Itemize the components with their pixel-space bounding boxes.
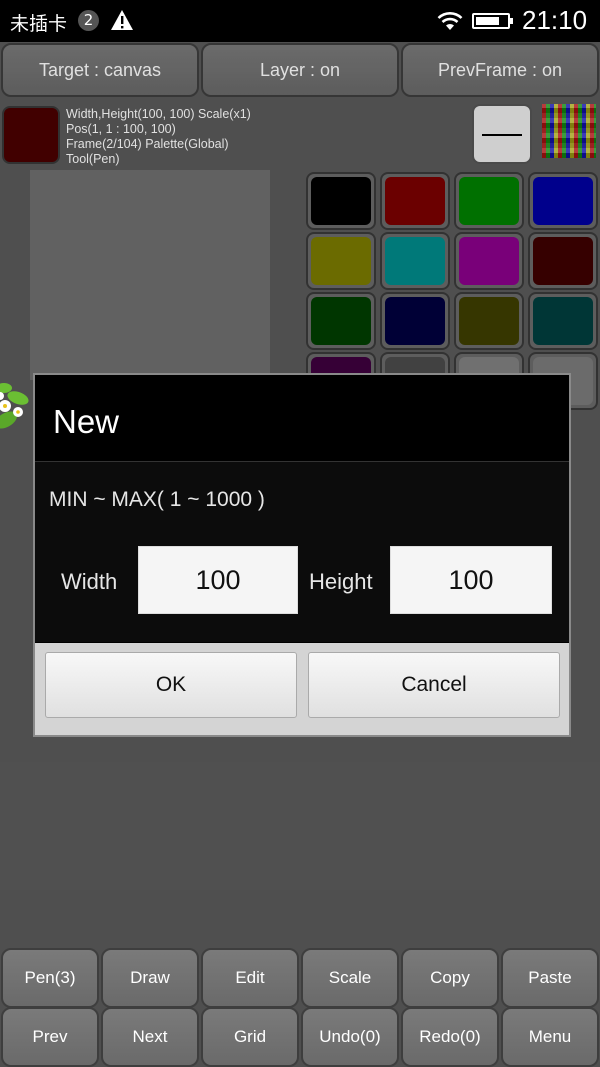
pen-button[interactable]: Pen(3) <box>1 948 99 1008</box>
copy-button[interactable]: Copy <box>401 948 499 1008</box>
clock: 21:10 <box>522 5 588 35</box>
wifi-icon <box>436 11 464 35</box>
flower-icon <box>0 376 32 432</box>
cancel-button[interactable]: Cancel <box>308 652 560 718</box>
new-canvas-dialog: New MIN ~ MAX( 1 ~ 1000 ) Width 100 Heig… <box>33 373 571 737</box>
width-input[interactable]: 100 <box>138 546 298 614</box>
height-input[interactable]: 100 <box>390 546 552 614</box>
dialog-button-bar: OK Cancel <box>35 643 569 735</box>
dialog-body: MIN ~ MAX( 1 ~ 1000 ) Width 100 Height 1… <box>35 462 569 642</box>
battery-icon <box>472 13 513 29</box>
size-range-text: MIN ~ MAX( 1 ~ 1000 ) <box>49 488 265 511</box>
sim-badge: 2 <box>78 10 99 31</box>
status-bar: 未插卡 2 21:10 <box>0 0 600 42</box>
carrier-text: 未插卡 <box>10 13 68 35</box>
warning-icon <box>110 9 134 35</box>
grid-button[interactable]: Grid <box>201 1007 299 1067</box>
undo-button[interactable]: Undo(0) <box>301 1007 399 1067</box>
edit-button[interactable]: Edit <box>201 948 299 1008</box>
dialog-title: New <box>53 403 120 440</box>
draw-button[interactable]: Draw <box>101 948 199 1008</box>
scale-button[interactable]: Scale <box>301 948 399 1008</box>
ok-button[interactable]: OK <box>45 652 297 718</box>
prev-button[interactable]: Prev <box>1 1007 99 1067</box>
next-button[interactable]: Next <box>101 1007 199 1067</box>
paste-button[interactable]: Paste <box>501 948 599 1008</box>
width-label: Width <box>61 569 118 594</box>
height-label: Height <box>309 569 373 594</box>
redo-button[interactable]: Redo(0) <box>401 1007 499 1067</box>
menu-button[interactable]: Menu <box>501 1007 599 1067</box>
